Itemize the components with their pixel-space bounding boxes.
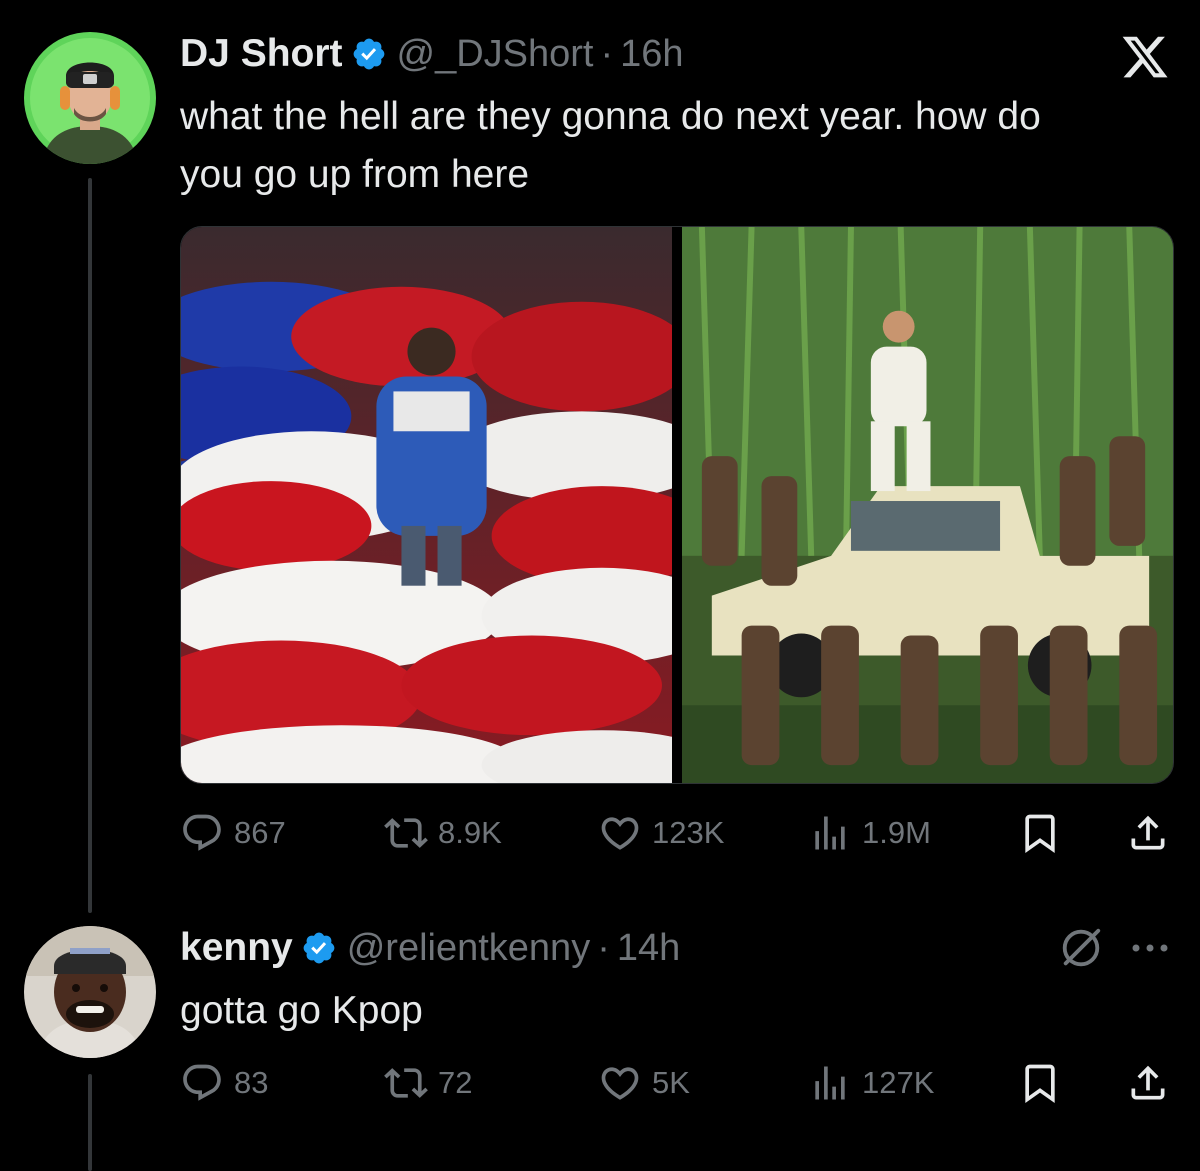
reply-reply-count: 83	[234, 1065, 269, 1100]
author-handle[interactable]: @_DJShort	[397, 33, 594, 76]
tweet-text-line-2: you go up from here	[180, 153, 530, 196]
reply-like-count: 5K	[652, 1065, 690, 1100]
photo-stage-performers-icon	[181, 227, 672, 783]
reply-author-handle[interactable]: @relientkenny	[347, 927, 590, 970]
views-icon	[808, 1061, 852, 1105]
bookmark-icon[interactable]	[1018, 1061, 1062, 1105]
bookmark-icon[interactable]	[1018, 811, 1062, 855]
reply-time[interactable]: 14h	[617, 927, 680, 970]
reply-header: kenny @relientkenny · 14h	[180, 922, 680, 974]
views-button[interactable]: 1.9M	[808, 808, 931, 858]
reply-actions: 83 72 5K 127K	[180, 1058, 1170, 1108]
tweet-time[interactable]: 16h	[620, 33, 683, 76]
reply-views-button[interactable]: 127K	[808, 1058, 934, 1108]
avatar-kenny-image	[24, 926, 156, 1058]
grok-icon[interactable]	[1058, 925, 1104, 971]
tweet-media-grid	[180, 226, 1174, 784]
like-button[interactable]: 123K	[598, 808, 724, 858]
like-icon	[598, 1061, 642, 1105]
tweet-media-photo-1[interactable]	[181, 227, 672, 783]
tweet-text: what the hell are they gonna do next yea…	[180, 88, 1180, 204]
like-icon	[598, 811, 642, 855]
avatar-djshort-image	[24, 32, 156, 164]
repost-button[interactable]: 8.9K	[384, 808, 502, 858]
reply-header-separator: ·	[597, 926, 610, 969]
share-icon[interactable]	[1126, 1061, 1170, 1105]
views-icon	[808, 811, 852, 855]
verified-badge-icon	[301, 930, 337, 966]
more-icon[interactable]	[1130, 940, 1170, 956]
reply-repost-button[interactable]: 72	[384, 1058, 472, 1108]
avatar-kenny[interactable]	[24, 926, 156, 1058]
reply-count: 867	[234, 815, 286, 850]
tweet-actions: 867 8.9K 123K 1.9M	[180, 808, 1170, 858]
share-icon[interactable]	[1126, 811, 1170, 855]
tweet-header: DJ Short @_DJShort · 16h	[180, 28, 684, 80]
x-logo-icon[interactable]	[1118, 32, 1172, 82]
avatar-djshort[interactable]	[24, 32, 156, 164]
verified-badge-icon	[351, 36, 387, 72]
repost-count: 8.9K	[438, 815, 502, 850]
reply-icon	[180, 1061, 224, 1105]
reply-icon	[180, 811, 224, 855]
photo-dancers-on-truck-icon	[682, 227, 1173, 783]
views-count: 1.9M	[862, 815, 931, 850]
tweet-text-line-1: what the hell are they gonna do next yea…	[180, 95, 1041, 138]
reply-like-button[interactable]: 5K	[598, 1058, 690, 1108]
reply-repost-count: 72	[438, 1065, 473, 1100]
repost-icon	[384, 811, 428, 855]
reply-text: gotta go Kpop	[180, 989, 423, 1032]
reply-views-count: 127K	[862, 1065, 935, 1100]
reply-button[interactable]: 867	[180, 808, 286, 858]
reply-reply-button[interactable]: 83	[180, 1058, 268, 1108]
like-count: 123K	[652, 815, 725, 850]
author-name[interactable]: DJ Short	[180, 32, 343, 76]
reply-author-name[interactable]: kenny	[180, 926, 293, 970]
repost-icon	[384, 1061, 428, 1105]
header-separator: ·	[600, 32, 614, 75]
tweet-media-photo-2[interactable]	[682, 227, 1173, 783]
thread-line-top	[88, 178, 92, 913]
thread-line-bottom	[88, 1074, 92, 1171]
